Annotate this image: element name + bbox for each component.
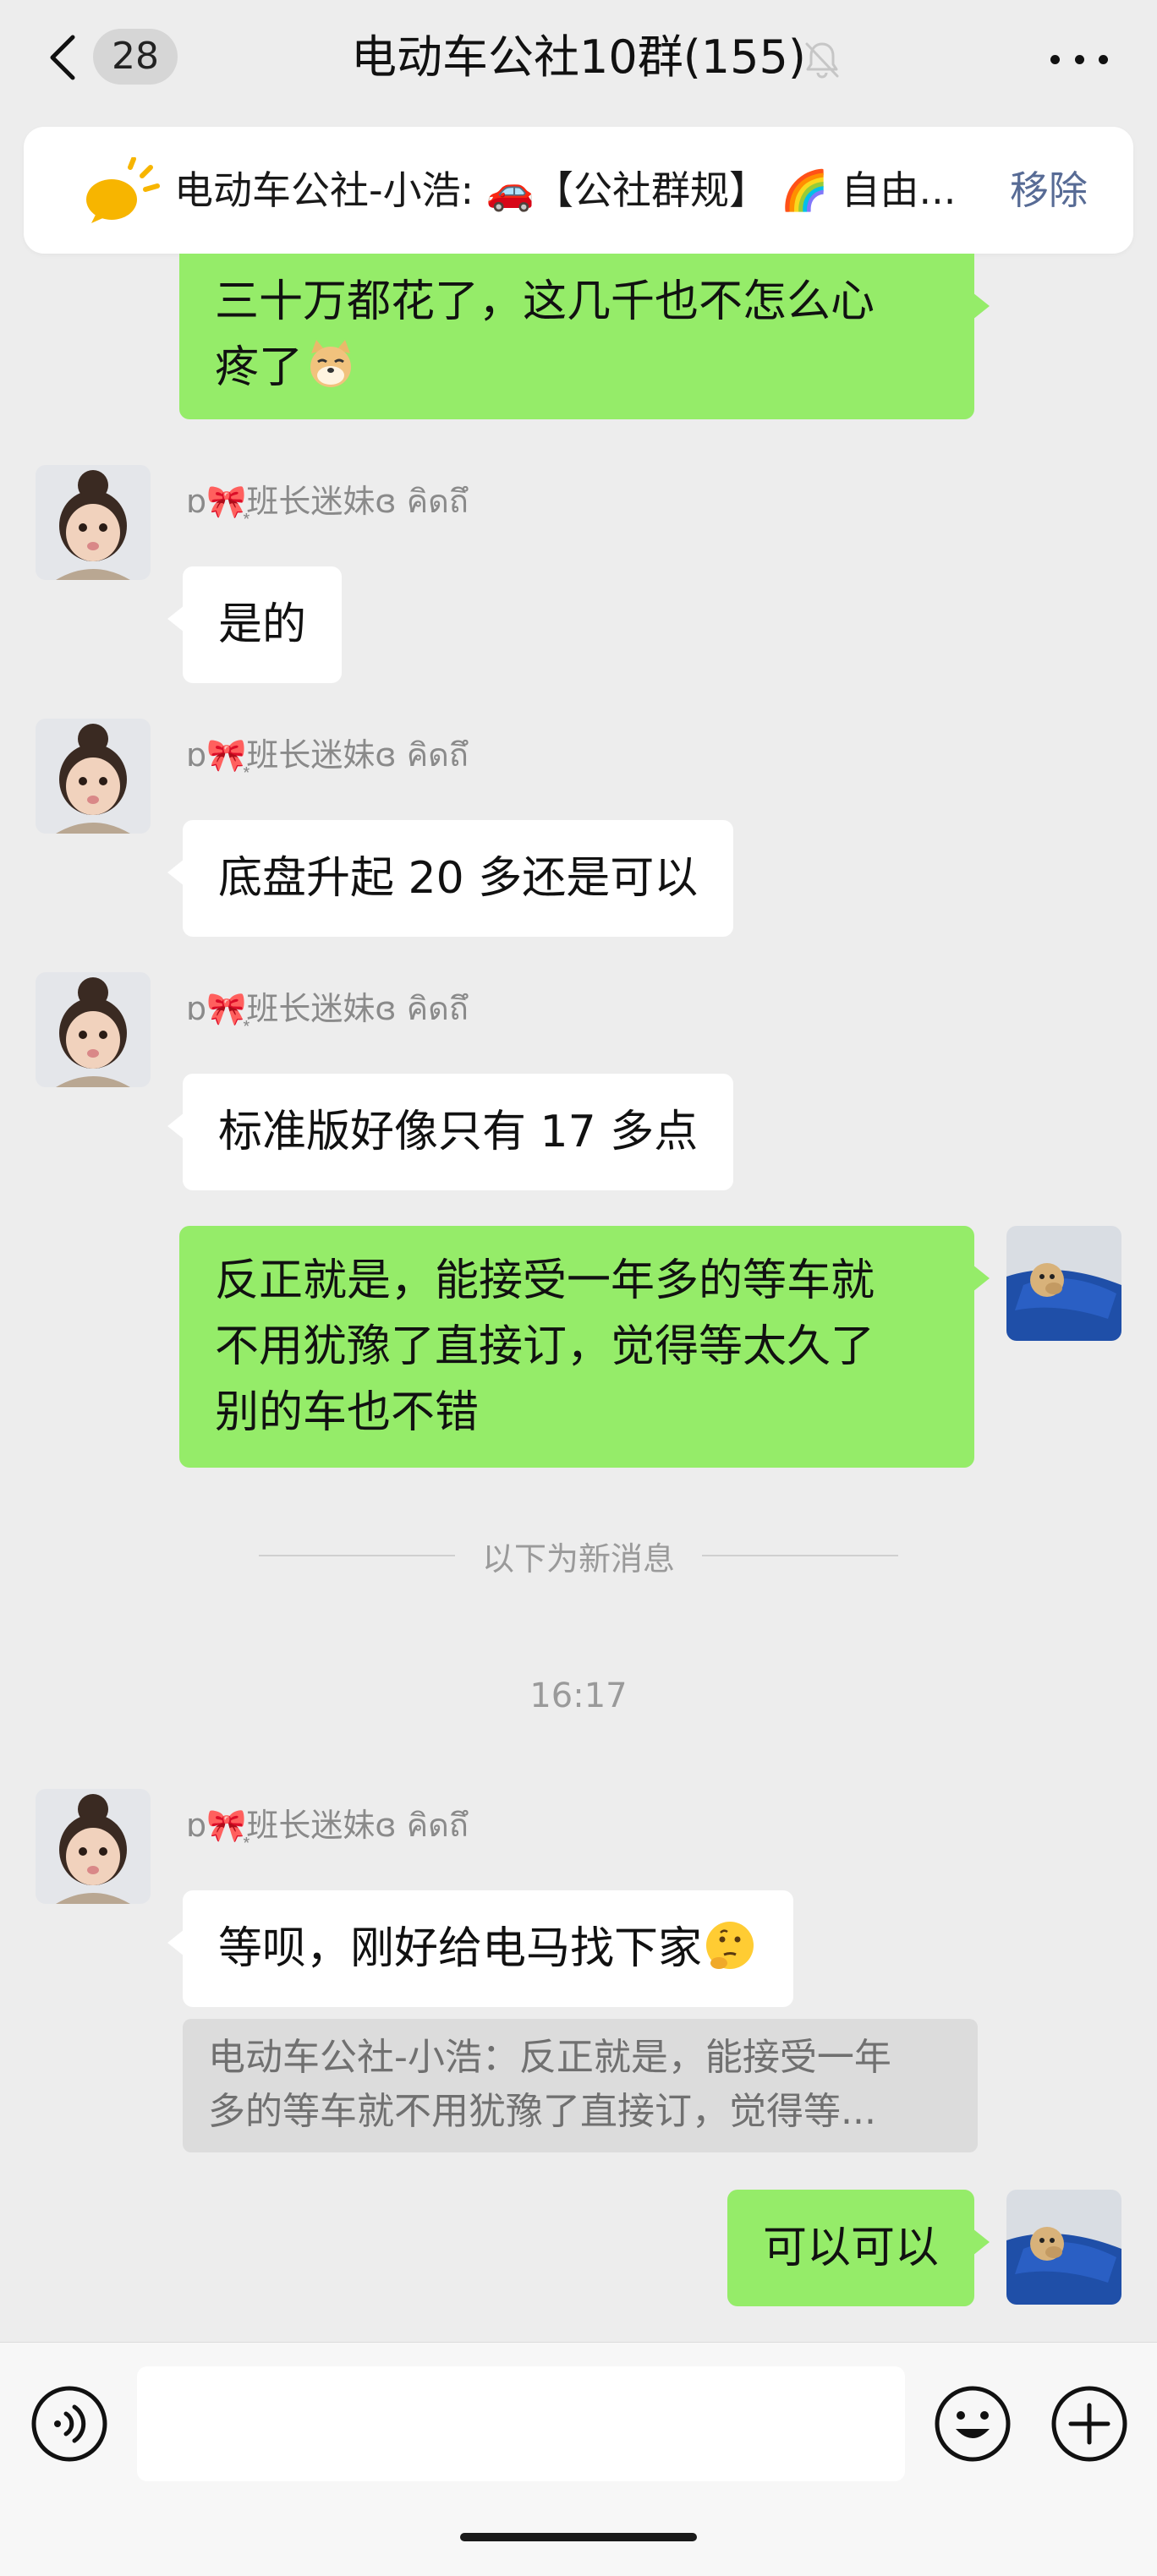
more-dots-icon	[1050, 54, 1060, 64]
girl-avatar	[36, 972, 151, 1087]
message-text-line: 不用犹豫了直接订，觉得等太久了	[215, 1321, 875, 1372]
sender-name: ɒ🎀͙班长迷妹ɞ คิดถึ	[186, 1807, 469, 1844]
megaphone-icon	[86, 157, 160, 223]
message-input[interactable]	[137, 2366, 905, 2481]
girl-avatar	[36, 1789, 151, 1904]
message-text-line: 三十万都花了，这几千也不怎么心	[215, 276, 875, 327]
girl-avatar	[36, 719, 151, 834]
avatar-self[interactable]	[1006, 2190, 1121, 2305]
message-bubble[interactable]: 标准版好像只有 17 多点	[167, 1074, 734, 1190]
thinking-emoji	[706, 1922, 754, 1969]
avatar-self[interactable]	[1006, 1226, 1121, 1341]
message-bubble[interactable]: 底盘升起 20 多还是可以	[167, 820, 734, 937]
remove-announcement-button[interactable]: 移除	[1010, 127, 1088, 254]
plus-circle-icon[interactable]	[1049, 2383, 1130, 2464]
quoted-message[interactable]: 电动车公社-小浩：反正就是，能接受一年 多的等车就不用犹豫了直接订，觉得等...	[183, 2019, 978, 2152]
bell-off-icon	[805, 42, 839, 79]
message-bubble[interactable]: 反正就是，能接受一年多的等车就 不用犹豫了直接订，觉得等太久了 别的车也不错	[179, 1226, 990, 1468]
dog-in-car-avatar	[1006, 1226, 1121, 1341]
sender-name: ɒ🎀͙班长迷妹ɞ คิดถึ	[186, 990, 469, 1027]
more-options-button[interactable]	[1045, 37, 1113, 81]
message-bubble[interactable]: 是的	[167, 566, 343, 683]
message-text: 等呗，刚好给电马找下家	[218, 1923, 703, 1974]
message-text-line: 反正就是，能接受一年多的等车就	[215, 1255, 875, 1306]
chat-header: 28 电动车公社10群(155)	[0, 0, 1157, 118]
divider-label: 以下为新消息	[482, 1540, 676, 1578]
message-bubble[interactable]: 三十万都花了，这几千也不怎么心 疼了	[179, 254, 990, 419]
chat-title[interactable]: 电动车公社10群(155)	[0, 25, 1157, 90]
avatar-sender[interactable]	[36, 465, 151, 580]
girl-avatar	[36, 465, 151, 580]
avatar-sender[interactable]	[36, 1789, 151, 1904]
avatar-sender[interactable]	[36, 719, 151, 834]
message-list[interactable]: 三十万都花了，这几千也不怎么心 疼了 ɒ🎀͙班长迷妹ɞ คิดถึ 是的 ɒ🎀͙…	[0, 254, 1157, 2342]
voice-icon[interactable]	[29, 2383, 110, 2464]
pinned-announcement[interactable]: 电动车公社-小浩: 🚗【公社群规】 🌈 自由... 移除	[24, 127, 1133, 254]
quote-line: 多的等车就不用犹豫了直接订，觉得等...	[208, 2090, 876, 2133]
message-text-line: 疼了	[215, 342, 304, 393]
emoji-face-icon[interactable]	[932, 2383, 1013, 2464]
sender-name: ɒ🎀͙班长迷妹ɞ คิดถึ	[186, 736, 469, 774]
dog-in-car-avatar	[1006, 2190, 1121, 2305]
message-bubble[interactable]: 可以可以	[727, 2190, 990, 2306]
announcement-text: 电动车公社-小浩: 🚗【公社群规】 🌈 自由...	[174, 167, 957, 213]
sender-name: ɒ🎀͙班长迷妹ɞ คิดถึ	[186, 483, 469, 520]
home-indicator[interactable]	[460, 2533, 697, 2541]
quote-line: 电动车公社-小浩：反正就是，能接受一年	[208, 2036, 891, 2079]
message-text-line: 别的车也不错	[215, 1387, 480, 1438]
message-bubble[interactable]: 等呗，刚好给电马找下家	[167, 1890, 794, 2007]
avatar-sender[interactable]	[36, 972, 151, 1087]
message-timestamp: 16:17	[529, 1676, 628, 1715]
new-messages-divider: 以下为新消息	[259, 1530, 899, 1581]
doge-emoji	[310, 340, 352, 387]
